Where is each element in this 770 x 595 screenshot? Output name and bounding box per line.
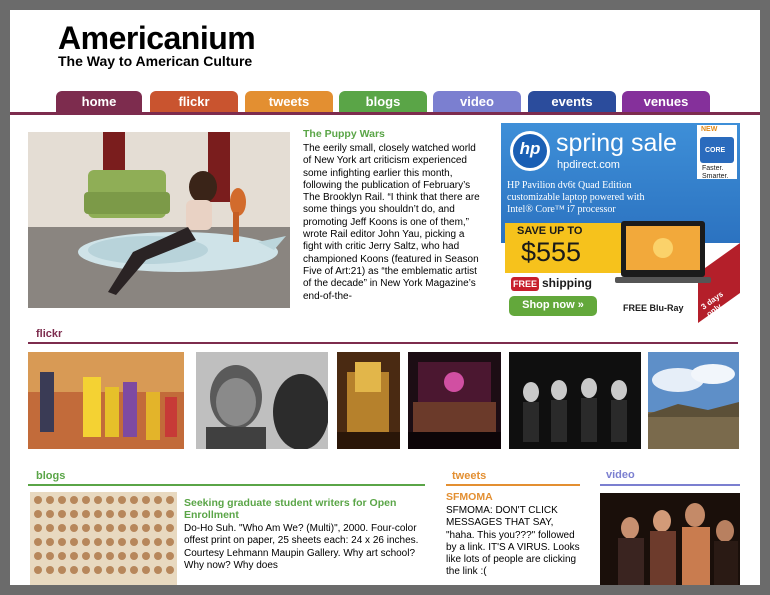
ad-shipping: shipping (542, 276, 592, 290)
tweet-user[interactable]: SFMOMA (446, 491, 493, 503)
site-tagline: The Way to American Culture (58, 53, 253, 69)
blog-post-title[interactable]: Seeking graduate student writers for Ope… (184, 497, 424, 521)
feature-image[interactable] (28, 132, 290, 308)
intel-slogan-2: Smarter. (702, 173, 729, 180)
flickr-photo[interactable] (509, 352, 641, 449)
flickr-photo[interactable] (28, 352, 184, 449)
intel-slogan-1: Faster. (702, 165, 724, 172)
flickr-photo[interactable] (408, 352, 501, 449)
ad-shop-button[interactable]: Shop now » (509, 299, 597, 311)
flickr-photo[interactable] (196, 352, 328, 449)
video-divider (600, 484, 740, 486)
flickr-photo[interactable] (648, 352, 739, 449)
video-thumbnail[interactable] (600, 493, 740, 585)
tab-video[interactable]: video (433, 91, 521, 112)
ad-free-badge: FREE (513, 279, 538, 289)
flickr-photo[interactable] (337, 352, 400, 449)
tweets-divider (446, 484, 580, 486)
ad-headline: spring sale (556, 129, 677, 157)
video-section-label[interactable]: video (606, 469, 635, 481)
flickr-section-label[interactable]: flickr (36, 328, 62, 340)
nav-divider (10, 112, 760, 115)
feature-title[interactable]: The Puppy Wars (303, 128, 385, 140)
ad-bluray: FREE Blu-Ray (623, 303, 684, 313)
blogs-divider (28, 484, 425, 486)
hp-logo: hp (519, 139, 541, 158)
intel-badge-new: NEW (701, 126, 718, 133)
tab-blogs[interactable]: blogs (339, 91, 427, 112)
tab-events[interactable]: events (528, 91, 616, 112)
tab-tweets[interactable]: tweets (245, 91, 333, 112)
ad-save-label: SAVE UP TO (517, 225, 583, 237)
intel-badge-core: CORE (705, 147, 726, 154)
ad-product-line-2: customizable laptop powered with (507, 192, 645, 203)
feature-body: The eerily small, closely watched world … (303, 143, 480, 302)
blogs-section-label[interactable]: blogs (36, 470, 65, 482)
page: Americanium The Way to American Culture … (10, 10, 760, 585)
tab-venues[interactable]: venues (622, 91, 710, 112)
hp-advertisement[interactable]: hp spring sale hpdirect.com NEW CORE Fas… (501, 123, 740, 324)
site-title[interactable]: Americanium (58, 20, 256, 57)
ad-product-line-1: HP Pavilion dv6t Quad Edition (507, 180, 632, 191)
flickr-divider (28, 342, 738, 344)
tab-flickr[interactable]: flickr (150, 91, 238, 112)
ad-product-line-3: Intel® Core™ i7 processor (507, 204, 616, 215)
tweet-text: SFMOMA: DON'T CLICK MESSAGES THAT SAY, "… (446, 505, 580, 578)
blog-post-body: Do-Ho Suh. "Who Am We? (Multi)", 2000. F… (184, 523, 419, 571)
blog-post-image[interactable] (30, 492, 177, 585)
ad-domain: hpdirect.com (557, 159, 620, 171)
ad-save-amount: $555 (521, 237, 582, 267)
tab-home[interactable]: home (56, 91, 142, 112)
tweets-section-label[interactable]: tweets (452, 470, 486, 482)
